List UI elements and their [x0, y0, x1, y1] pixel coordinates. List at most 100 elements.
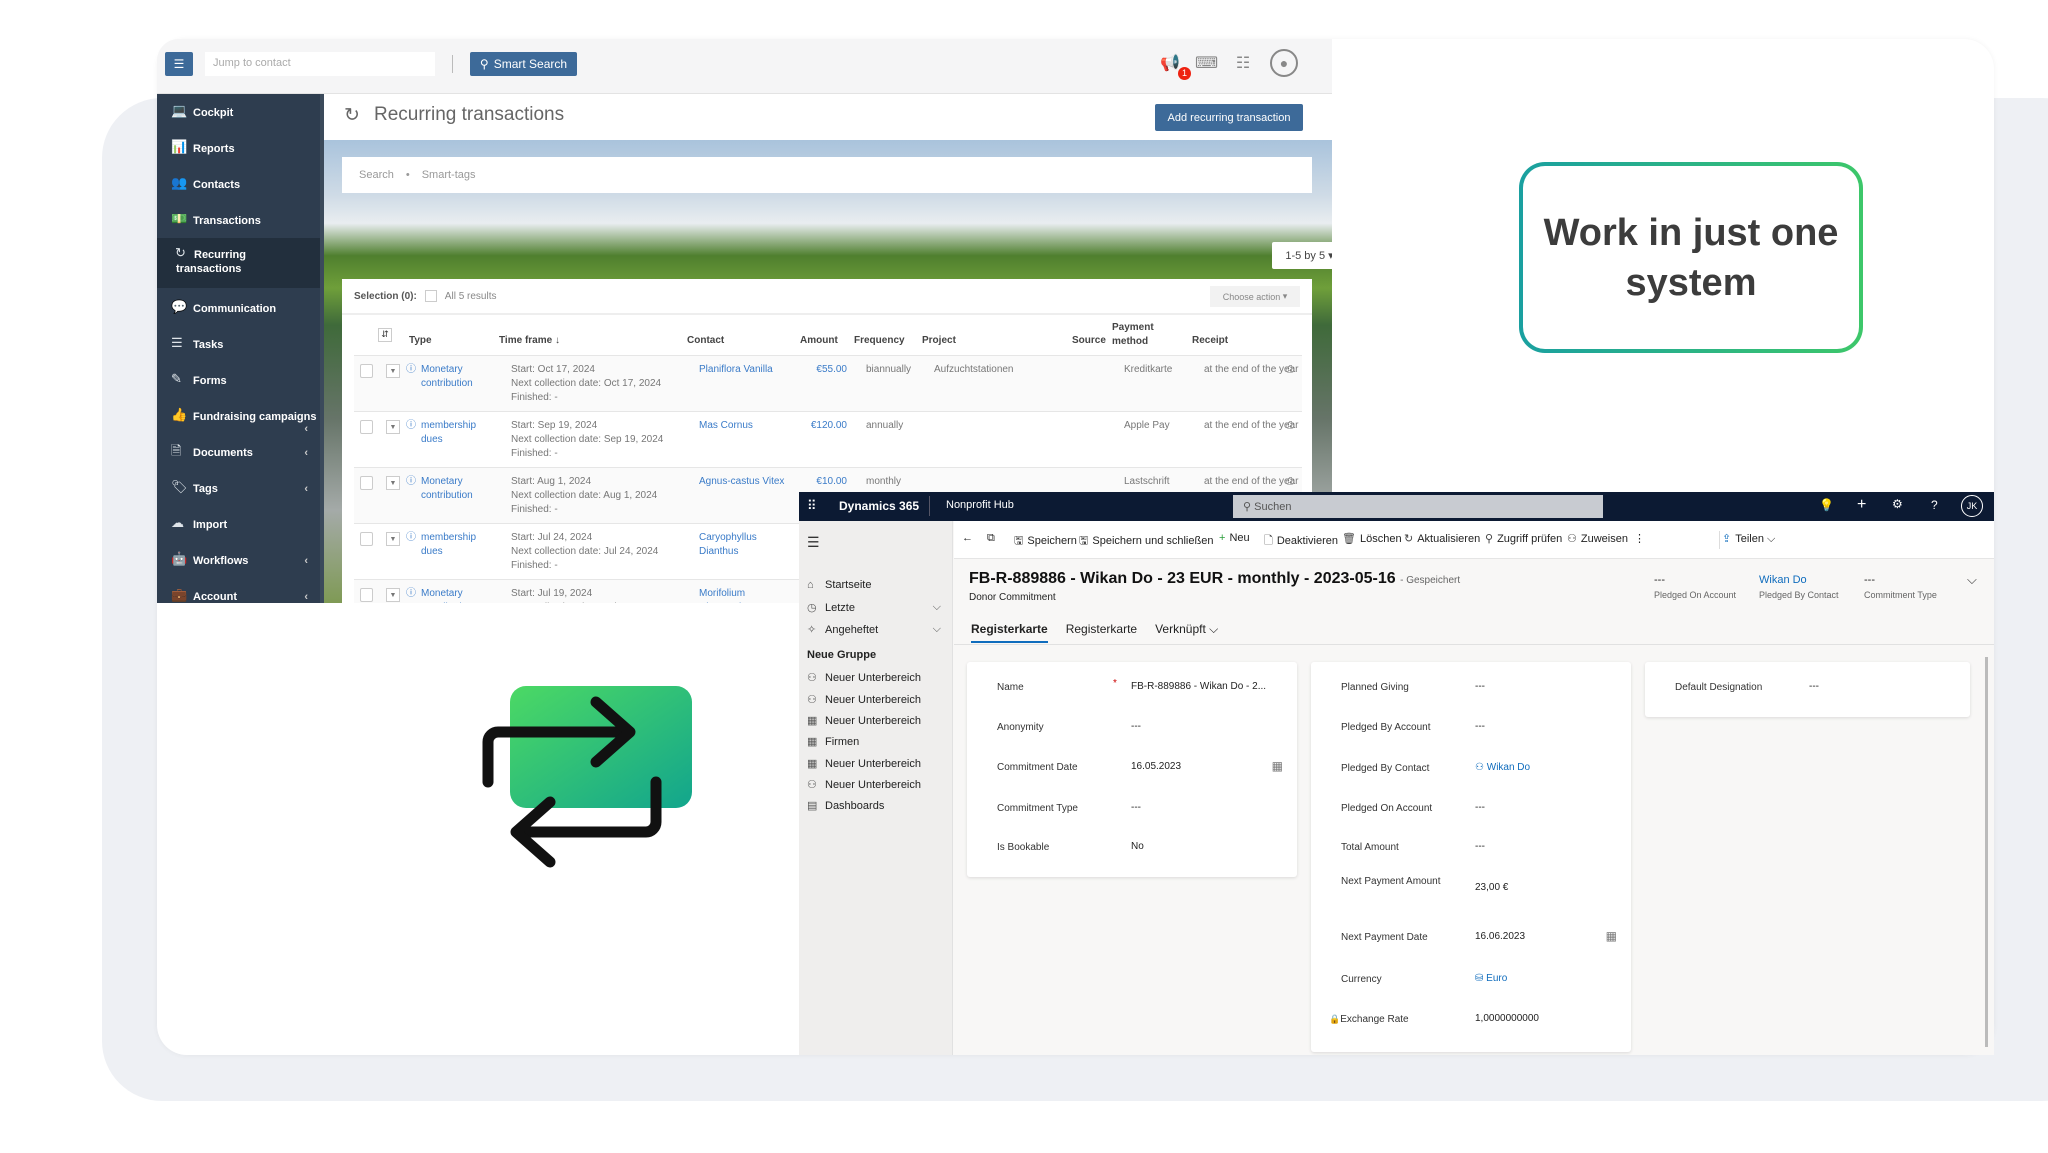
row-dropdown-toggle[interactable]: ▼: [386, 476, 400, 490]
sidebar-item-forms[interactable]: ✎ Forms: [157, 362, 320, 398]
nav-item[interactable]: ▦ Neuer Unterbereich: [807, 757, 947, 770]
tab-verknuepft[interactable]: Verknüpft ⌵: [1155, 622, 1218, 643]
share-button[interactable]: ⇪ Teilen ⌵: [1722, 532, 1775, 546]
sidebar-item-documents[interactable]: 🗎 Documents ‹: [157, 434, 320, 470]
choose-action-dropdown[interactable]: Choose action ▾: [1210, 286, 1300, 307]
nav-item[interactable]: ⌂ Startseite: [807, 579, 947, 591]
tab-smart-tags[interactable]: Smart-tags: [422, 169, 476, 181]
sidebar-item-contacts[interactable]: 👥 Contacts: [157, 166, 320, 202]
sidebar-item-reports[interactable]: 📊 Reports: [157, 130, 320, 166]
list-icon[interactable]: ☷: [1232, 53, 1254, 75]
back-icon[interactable]: ←: [962, 532, 973, 544]
sidebar-item-recurring-transactions[interactable]: ↻ Recurring transactions: [157, 238, 320, 288]
exchange-rate-value[interactable]: 1,0000000000: [1475, 1013, 1539, 1024]
nav-item[interactable]: ▤ Dashboards: [807, 799, 947, 812]
col-source[interactable]: Source: [1072, 335, 1106, 346]
sort-icon[interactable]: ⇵: [378, 328, 392, 342]
commitment-date-value[interactable]: 16.05.2023: [1131, 761, 1181, 772]
type-link[interactable]: Monetary contribution: [421, 475, 486, 503]
table-row[interactable]: ▼ ⓘ Monetary contribution Start: Oct 17, 20…: [354, 355, 1302, 411]
smart-search-button[interactable]: ⚲ Smart Search: [470, 52, 577, 76]
more-icon[interactable]: ⋮: [1634, 532, 1645, 545]
row-dropdown-toggle[interactable]: ▼: [386, 364, 400, 378]
is-bookable-value[interactable]: No: [1131, 841, 1144, 852]
tab-registerkarte-1[interactable]: Registerkarte: [971, 622, 1048, 643]
nav-item[interactable]: ◷ Letzte ⌵: [807, 601, 947, 614]
row-dropdown-toggle[interactable]: ▼: [386, 532, 400, 546]
hamburger-icon[interactable]: ☰: [807, 534, 820, 551]
planned-giving-value[interactable]: ---: [1475, 681, 1485, 692]
sidebar-item-cockpit[interactable]: 💻 Cockpit: [157, 94, 320, 130]
app-launcher-icon[interactable]: ⠿: [807, 498, 817, 514]
nav-item[interactable]: ▦ Firmen: [807, 735, 947, 748]
chevron-left-icon[interactable]: ‹: [304, 554, 308, 568]
refresh-button[interactable]: ↻ Aktualisieren: [1404, 532, 1480, 545]
check-access-button[interactable]: ⚲ Zugriff prüfen: [1485, 532, 1562, 545]
save-close-button[interactable]: 🖫 Speichern und schließen: [1079, 532, 1213, 551]
sidebar-item-workflows[interactable]: 🤖 Workflows ‹: [157, 542, 320, 578]
new-button[interactable]: + Neu: [1219, 532, 1250, 544]
receipt-icon[interactable]: ⎙: [1286, 419, 1294, 433]
sidebar-item-import[interactable]: ☁ Import: [157, 506, 320, 542]
info-icon[interactable]: ⓘ: [406, 363, 416, 377]
chevron-down-icon[interactable]: ⌵: [933, 623, 941, 636]
currency-value[interactable]: ⛁ Euro: [1475, 973, 1507, 984]
type-link[interactable]: membership dues: [421, 419, 486, 447]
next-payment-amount-value[interactable]: 23,00 €: [1475, 882, 1508, 893]
col-payment-method[interactable]: Payment method: [1112, 321, 1162, 349]
contact-link[interactable]: Agnus-castus Vitex: [699, 475, 789, 489]
save-button[interactable]: 🖫 Speichern: [1014, 532, 1077, 551]
pledged-by-account-value[interactable]: ---: [1475, 721, 1485, 732]
nav-item[interactable]: ⚇ Neuer Unterbereich: [807, 693, 947, 706]
row-dropdown-toggle[interactable]: ▼: [386, 420, 400, 434]
col-frequency[interactable]: Frequency: [854, 335, 905, 346]
sidebar-item-fundraising-campaigns[interactable]: 👍 Fundraising campaigns ‹: [157, 398, 320, 436]
menu-button[interactable]: ☰: [165, 52, 193, 76]
col-time-frame[interactable]: Time frame ↓: [499, 335, 560, 346]
chevron-down-icon[interactable]: ⌵: [1967, 572, 1977, 588]
anonymity-value[interactable]: ---: [1131, 721, 1141, 732]
app-name[interactable]: Dynamics 365: [839, 499, 919, 513]
type-link[interactable]: Monetary contribution: [421, 587, 486, 603]
info-icon[interactable]: ⓘ: [406, 587, 416, 601]
receipt-icon[interactable]: ⎙: [1286, 475, 1294, 489]
col-receipt[interactable]: Receipt: [1192, 335, 1228, 346]
scrollbar[interactable]: [1985, 657, 1988, 1047]
assign-button[interactable]: ⚇ Zuweisen: [1567, 532, 1628, 545]
col-contact[interactable]: Contact: [687, 335, 724, 346]
keyboard-icon[interactable]: ⌨: [1195, 53, 1218, 75]
sidebar-item-transactions[interactable]: 💵 Transactions: [157, 202, 320, 238]
pager-dropdown[interactable]: 1-5 by 5 ▾: [1272, 242, 1332, 269]
info-icon[interactable]: ⓘ: [406, 475, 416, 489]
jump-to-contact-input[interactable]: Jump to contact: [205, 52, 435, 76]
lightbulb-icon[interactable]: 💡: [1819, 498, 1834, 512]
next-payment-date-value[interactable]: 16.06.2023: [1475, 931, 1525, 942]
row-checkbox[interactable]: [360, 476, 373, 490]
row-checkbox[interactable]: [360, 588, 373, 602]
tab-registerkarte-2[interactable]: Registerkarte: [1066, 622, 1137, 643]
default-designation-value[interactable]: ---: [1809, 681, 1819, 692]
calendar-icon[interactable]: ▦: [1606, 929, 1617, 943]
pledged-on-account-value[interactable]: ---: [1475, 802, 1485, 813]
col-type[interactable]: Type: [409, 335, 432, 346]
delete-button[interactable]: 🗑 Löschen: [1342, 532, 1402, 545]
chevron-left-icon[interactable]: ‹: [304, 590, 308, 603]
user-avatar[interactable]: JK: [1961, 495, 1983, 517]
nav-item[interactable]: ⚇ Neuer Unterbereich: [807, 671, 947, 684]
chevron-left-icon[interactable]: ‹: [304, 446, 308, 460]
contact-link[interactable]: Planiflora Vanilla: [699, 363, 789, 377]
chevron-left-icon[interactable]: ‹: [304, 482, 308, 496]
sidebar-item-tasks[interactable]: ☰ Tasks: [157, 326, 320, 362]
help-icon[interactable]: ?: [1931, 498, 1938, 512]
nav-item[interactable]: ▦ Neuer Unterbereich: [807, 714, 947, 727]
gear-icon[interactable]: ⚙: [1892, 497, 1903, 511]
row-dropdown-toggle[interactable]: ▼: [386, 588, 400, 602]
contact-link[interactable]: Mas Cornus: [699, 419, 789, 433]
info-icon[interactable]: ⓘ: [406, 531, 416, 545]
row-checkbox[interactable]: [360, 532, 373, 546]
row-checkbox[interactable]: [360, 420, 373, 434]
info-icon[interactable]: ⓘ: [406, 419, 416, 433]
user-avatar[interactable]: ●: [1270, 49, 1298, 77]
type-link[interactable]: Monetary contribution: [421, 363, 486, 391]
nav-item[interactable]: ✧ Angeheftet ⌵: [807, 623, 947, 636]
